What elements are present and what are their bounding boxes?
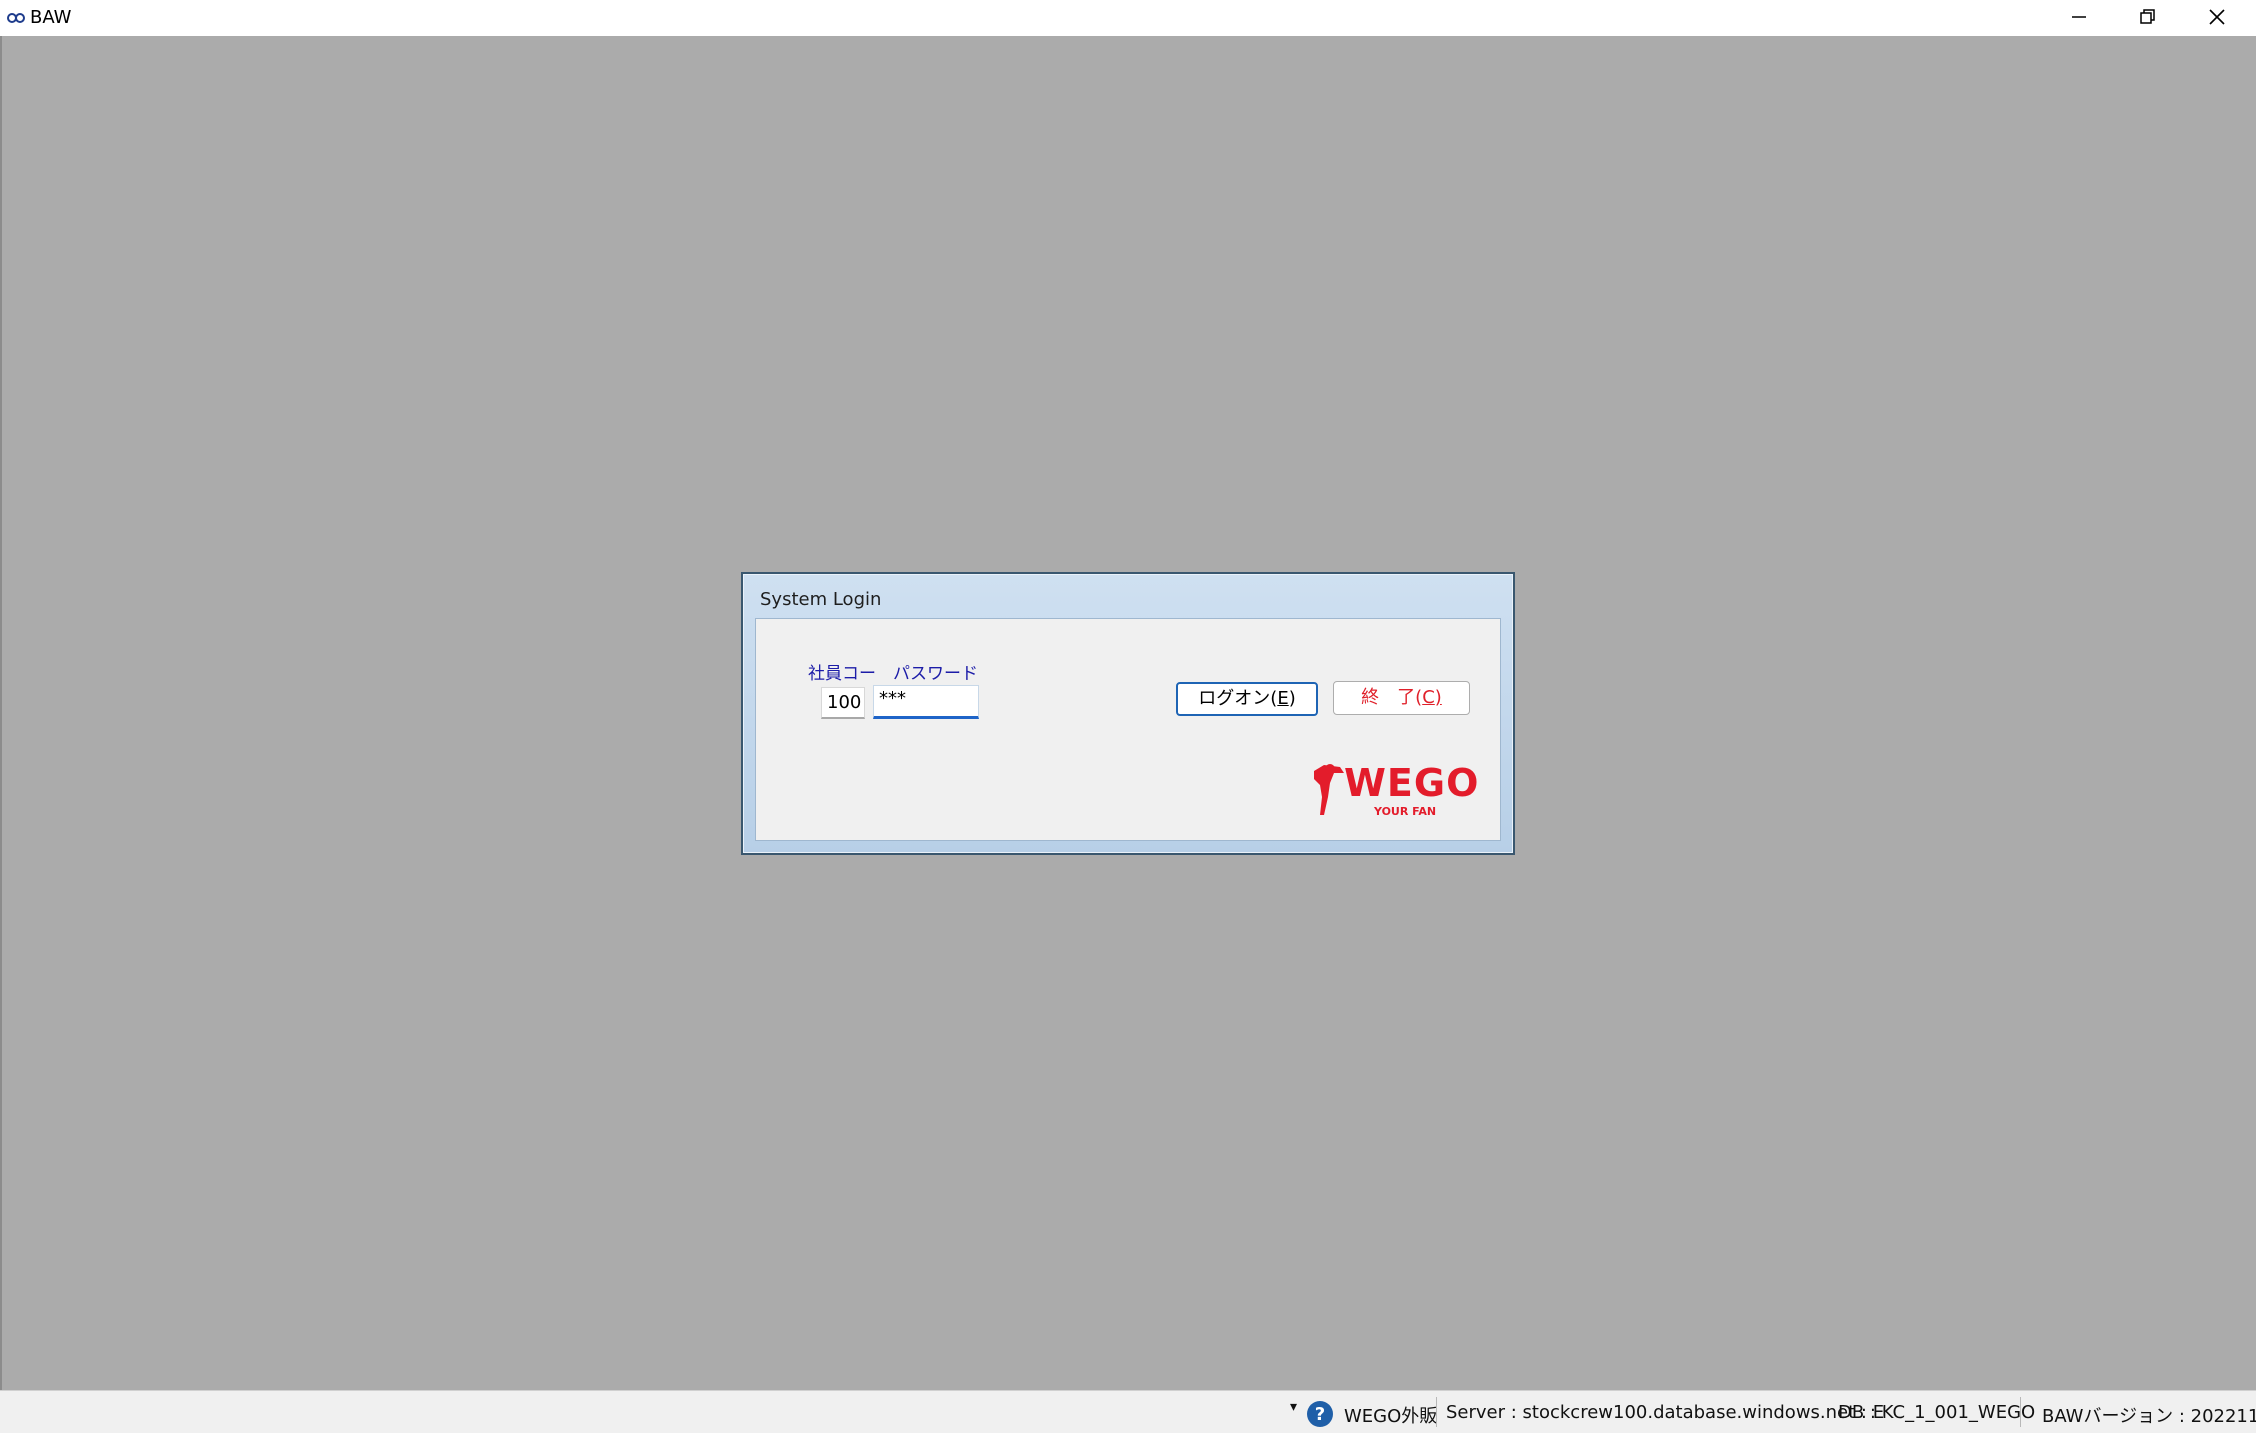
logon-hotkey: E (1277, 688, 1289, 709)
help-icon[interactable]: ? (1306, 1400, 1334, 1428)
logo-text: WEGO (1344, 761, 1480, 805)
status-separator (1436, 1397, 1437, 1427)
company-name: WEGO外販 (1344, 1406, 1438, 1427)
password-label: パスワード (893, 664, 978, 684)
restore-icon (2140, 9, 2155, 24)
logon-label-prefix: ログオン( (1198, 688, 1278, 709)
dropdown-arrow-icon[interactable]: ▾ (1290, 1399, 1297, 1415)
exit-label-prefix: 終 了( (1361, 687, 1423, 708)
logon-label-suffix: ) (1288, 688, 1296, 709)
employee-code-label: 社員コー (808, 664, 876, 684)
window-title: BAW (30, 7, 72, 28)
wego-logo: WEGO YOUR FAN (1310, 761, 1478, 819)
password-input[interactable]: *** (873, 685, 979, 719)
app-icon (7, 13, 25, 23)
status-bar: ▾ ? WEGO外販 Server : stockcrew100.databas… (0, 1390, 2256, 1433)
wego-logo-icon (1314, 764, 1344, 815)
exit-hotkey: C (1422, 687, 1435, 708)
title-bar: BAW (0, 0, 2256, 37)
exit-label-suffix: ) (1434, 687, 1442, 708)
svg-text:?: ? (1315, 1404, 1325, 1425)
minimize-icon (2072, 16, 2086, 18)
exit-button[interactable]: 終 了(C) (1333, 681, 1470, 715)
version-info: BAWバージョン : 20221128 (2042, 1406, 2256, 1427)
minimize-button[interactable] (2045, 0, 2113, 34)
close-button[interactable] (2183, 0, 2251, 34)
employee-code-input[interactable]: 100 (821, 687, 865, 719)
status-separator (2020, 1397, 2021, 1427)
logo-subtext: YOUR FAN (1374, 805, 1437, 818)
login-dialog: System Login 社員コー パスワード 100 *** ログオン(E) … (741, 572, 1515, 855)
server-info: Server : stockcrew100.database.windows.n… (1446, 1402, 1885, 1423)
dialog-body: 社員コー パスワード 100 *** ログオン(E) 終 了(C) WEGO Y… (755, 618, 1501, 841)
dialog-title: System Login (760, 589, 882, 610)
restore-button[interactable] (2114, 0, 2182, 34)
logon-button[interactable]: ログオン(E) (1176, 682, 1318, 716)
db-info: DB : KC_1_001_WEGO (1838, 1402, 2036, 1423)
close-icon (2209, 9, 2225, 25)
